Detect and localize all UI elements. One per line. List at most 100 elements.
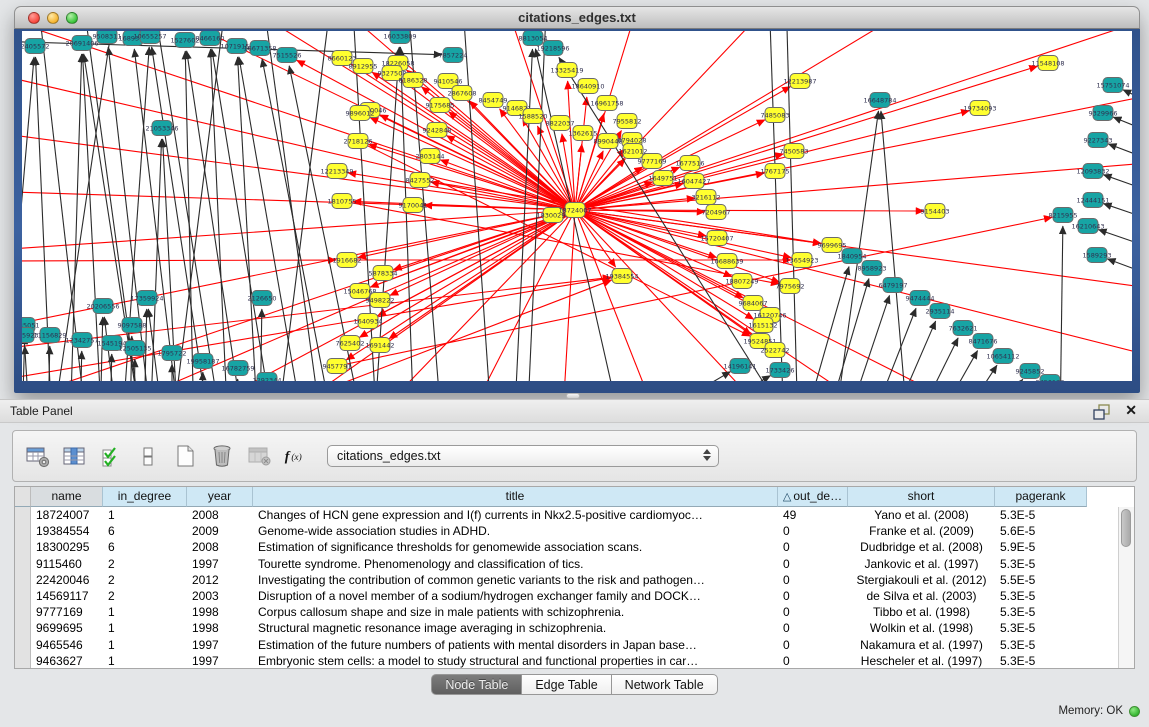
row-gutter [15, 653, 31, 669]
graph-node-label: 1916682 [333, 256, 362, 264]
column-header-title[interactable]: title [253, 487, 778, 507]
cell-out_de: 0 [778, 588, 848, 604]
table-row[interactable]: 946362711997Embryonic stem cells: a mode… [15, 653, 1134, 669]
cell-title: Tourette syndrome. Phenomenology and cla… [253, 556, 778, 572]
graph-node-label: 7632621 [949, 324, 978, 332]
cell-name: 18300295 [31, 539, 103, 555]
graph-node-label: 8215955 [1049, 211, 1078, 219]
cell-year: 1998 [187, 604, 253, 620]
delete-table-icon[interactable] [208, 443, 236, 469]
graph-node-label: 7204967 [702, 208, 731, 216]
clear-selection-icon[interactable] [134, 443, 162, 469]
table-row[interactable]: 977716911998Corpus callosum shape and si… [15, 604, 1134, 620]
cell-name: 22420046 [31, 572, 103, 588]
graph-edge-red [440, 160, 575, 210]
table-row[interactable]: 2242004622012Investigating the contribut… [15, 572, 1134, 588]
cell-title: Structural magnetic resonance image aver… [253, 620, 778, 636]
graph-node-label: 9175685 [426, 101, 455, 109]
graph-edge-red [575, 210, 1132, 361]
row-gutter [15, 588, 31, 604]
cell-title: Investigating the contribution of common… [253, 572, 778, 588]
graph-node-label: 13654923 [785, 256, 818, 264]
cell-out_de: 49 [778, 507, 848, 523]
network-window-title: citations_edges.txt [15, 7, 1139, 28]
network-window-titlebar[interactable]: citations_edges.txt [14, 6, 1140, 29]
table-row[interactable]: 946554611997Estimation of the future num… [15, 637, 1134, 653]
application-window: citations_edges.txt 24055722069140695083… [0, 0, 1149, 727]
graph-node-label: 7975692 [776, 282, 805, 290]
graph-node-label: 8912955 [349, 62, 378, 70]
row-gutter [15, 523, 31, 539]
graph-node-label: 11548108 [1031, 59, 1064, 67]
close-panel-icon[interactable]: ✕ [1125, 402, 1137, 419]
close-window-button[interactable] [28, 12, 40, 24]
cell-out_de: 0 [778, 539, 848, 555]
cell-pagerank: 5.3E-5 [995, 556, 1087, 572]
cell-year: 2003 [187, 588, 253, 604]
column-header-short[interactable]: short [848, 487, 995, 507]
graph-edge-black [868, 308, 916, 381]
graph-edge-red [447, 136, 575, 210]
graph-node-label: 2803144 [416, 152, 445, 160]
minimize-window-button[interactable] [47, 12, 59, 24]
graph-node-label: 13325419 [550, 66, 583, 74]
table-row[interactable]: 969969511998Structural magnetic resonanc… [15, 620, 1134, 636]
graph-node-label: 2522742 [761, 346, 790, 354]
cell-pagerank: 5.3E-5 [995, 588, 1087, 604]
table-row[interactable]: 1938455462009Genome-wide association stu… [15, 523, 1134, 539]
graph-node-label: 9450122 [1036, 378, 1065, 381]
table-row[interactable]: 911546021997Tourette syndrome. Phenomeno… [15, 556, 1134, 572]
row-gutter [15, 556, 31, 572]
cell-pagerank: 5.3E-5 [995, 620, 1087, 636]
graph-node-label: 21053346 [145, 124, 178, 132]
graph-edge-black [152, 31, 222, 381]
column-header-name[interactable]: name [31, 487, 103, 507]
graph-node-label: 11156829 [33, 331, 66, 339]
column-header-in_degree[interactable]: in_degree [103, 487, 187, 507]
select-all-icon[interactable] [97, 443, 125, 469]
graph-node-label: 8454749 [479, 96, 508, 104]
function-builder-icon[interactable]: f(x) [282, 443, 310, 469]
cell-short: Stergiakouli et al. (2012) [848, 572, 995, 588]
graph-node-label: 2935114 [926, 307, 955, 315]
cell-name: 9463627 [31, 653, 103, 669]
column-header-year[interactable]: year [187, 487, 253, 507]
float-panel-icon[interactable] [1091, 403, 1111, 421]
memory-ok-indicator [1129, 706, 1140, 717]
cell-title: Changes of HCN gene expression and I(f) … [253, 507, 778, 523]
show-columns-icon[interactable] [60, 443, 88, 469]
column-header-pagerank[interactable]: pagerank [995, 487, 1087, 507]
table-row[interactable]: 1872400712008Changes of HCN gene express… [15, 507, 1134, 523]
cell-year: 2008 [187, 507, 253, 523]
graph-node-label: 10654112 [986, 352, 1019, 360]
graph-node-label: 1588520 [519, 112, 548, 120]
graph-node-label: 9457791 [323, 362, 352, 370]
table-row[interactable]: 1830029562008Estimation of significance … [15, 539, 1134, 555]
graph-node-label: 20206556 [86, 302, 119, 310]
graph-node-label: 16648784 [863, 96, 896, 104]
graph-node-label: 9699695 [818, 241, 847, 249]
cell-name: 18724007 [31, 507, 103, 523]
zoom-window-button[interactable] [66, 12, 78, 24]
graph-node-label: 12093832 [1076, 167, 1109, 175]
column-header-out_de[interactable]: △out_de… [778, 487, 848, 507]
table-scrollbar[interactable] [1118, 507, 1134, 668]
graph-node-label: 7450583 [780, 147, 809, 155]
tab-node-table[interactable]: Node Table [431, 674, 522, 695]
tab-network-table[interactable]: Network Table [612, 674, 718, 695]
graph-node-label: 9227343 [1084, 136, 1113, 144]
graph-edge-red [575, 91, 1132, 210]
cell-title: Embryonic stem cells: a model to study s… [253, 653, 778, 669]
graph-node-label: 8427552 [406, 176, 435, 184]
cell-in_degree: 1 [103, 637, 187, 653]
table-scrollbar-thumb[interactable] [1121, 509, 1131, 547]
table-mode-icon[interactable] [23, 443, 51, 469]
table-header-row: namein_degreeyeartitle△out_de…shortpager… [15, 487, 1134, 507]
table-selector-dropdown[interactable]: citations_edges.txt [327, 445, 719, 467]
tab-edge-table[interactable]: Edge Table [522, 674, 611, 695]
cell-year: 1997 [187, 556, 253, 572]
table-row[interactable]: 1456911722003Disruption of a novel membe… [15, 588, 1134, 604]
network-graph-canvas[interactable]: 2405572206914069508311168939110655257152… [22, 31, 1132, 381]
graph-node-label: 15751074 [1096, 81, 1129, 89]
create-table-icon[interactable] [171, 443, 199, 469]
